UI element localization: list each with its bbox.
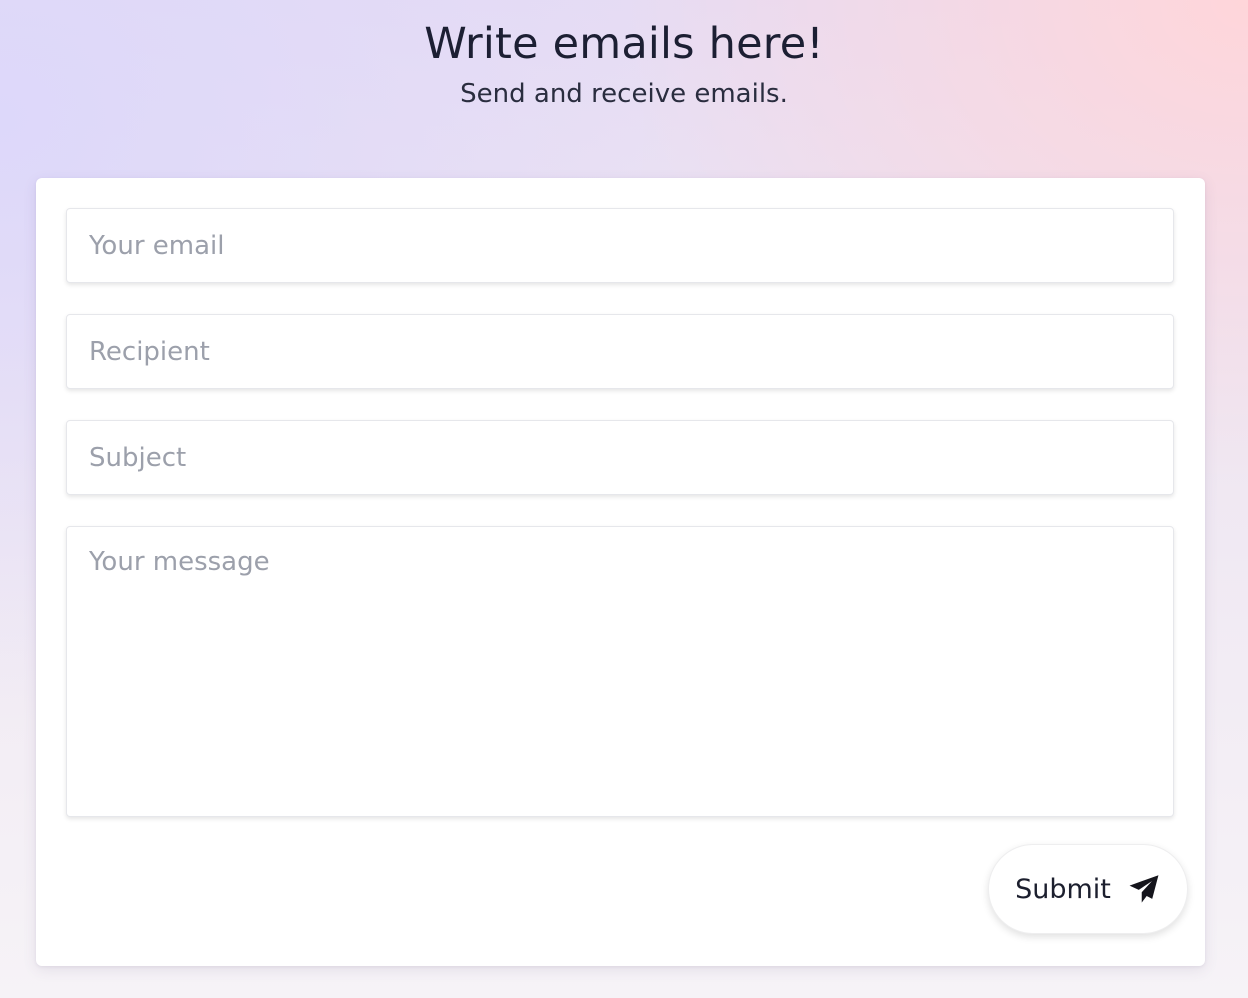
page-header: Write emails here! Send and receive emai… [0, 14, 1248, 112]
page-subtitle: Send and receive emails. [460, 79, 788, 109]
recipient-input[interactable] [66, 314, 1174, 389]
submit-button-label: Submit [1015, 873, 1111, 905]
page-title: Write emails here! [424, 19, 824, 69]
your-email-input[interactable] [66, 208, 1174, 283]
email-form-card: Submit [36, 178, 1205, 966]
subject-input[interactable] [66, 420, 1174, 495]
submit-button[interactable]: Submit [988, 844, 1188, 934]
paper-plane-icon [1127, 872, 1161, 906]
message-textarea[interactable] [66, 526, 1174, 817]
